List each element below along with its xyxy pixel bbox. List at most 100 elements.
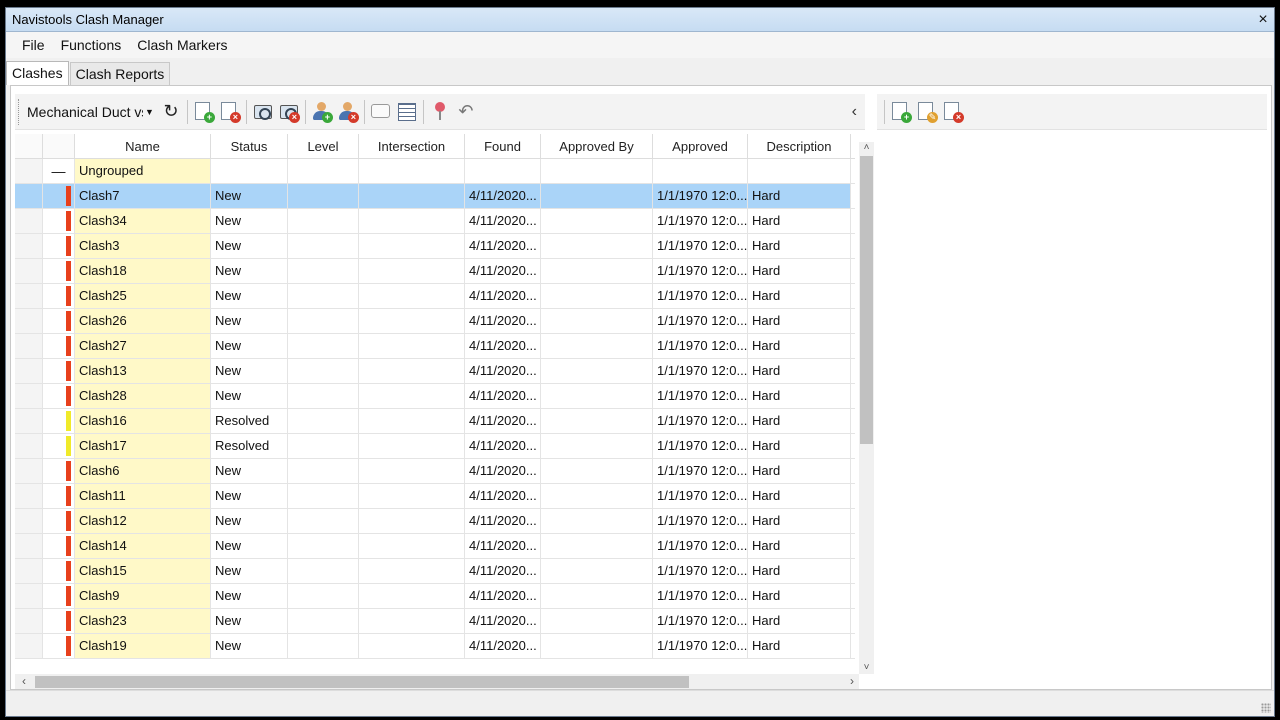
- tab-clashes[interactable]: Clashes: [6, 61, 69, 85]
- row-header[interactable]: [15, 459, 43, 483]
- row-header[interactable]: [15, 609, 43, 633]
- row-header[interactable]: [15, 534, 43, 558]
- cell-approved-by[interactable]: [541, 534, 653, 558]
- row-header[interactable]: [15, 409, 43, 433]
- cell-level[interactable]: [288, 634, 359, 658]
- cell-level[interactable]: [288, 359, 359, 383]
- scroll-up-icon[interactable]: ˄: [859, 142, 874, 154]
- row-header[interactable]: [15, 484, 43, 508]
- cell-description[interactable]: Hard: [748, 384, 851, 408]
- cell-approved[interactable]: 1/1/1970 12:0...: [653, 434, 748, 458]
- cell-level[interactable]: [288, 234, 359, 258]
- cell-status[interactable]: New: [211, 534, 288, 558]
- cell-description[interactable]: Hard: [748, 484, 851, 508]
- row-header[interactable]: [15, 259, 43, 283]
- cell-intersection[interactable]: [359, 259, 465, 283]
- cell-found[interactable]: 4/11/2020...: [465, 459, 541, 483]
- cell-description[interactable]: Hard: [748, 259, 851, 283]
- cell-name[interactable]: Clash7: [75, 184, 211, 208]
- comment-icon[interactable]: [369, 100, 393, 124]
- cell-approved-by[interactable]: [541, 484, 653, 508]
- table-row[interactable]: Clash14 New 4/11/2020... 1/1/1970 12:0... Ha…: [15, 534, 855, 559]
- cell-approved[interactable]: 1/1/1970 12:0...: [653, 284, 748, 308]
- cell-intersection[interactable]: [359, 234, 465, 258]
- table-row[interactable]: Clash23 New 4/11/2020... 1/1/1970 12:0... Ha…: [15, 609, 855, 634]
- close-icon[interactable]: ×: [1252, 9, 1274, 31]
- column-header-approved-by[interactable]: Approved By: [541, 134, 653, 158]
- refresh-icon[interactable]: ↻: [159, 100, 183, 124]
- row-header[interactable]: [15, 384, 43, 408]
- table-row[interactable]: Clash34 New 4/11/2020... 1/1/1970 12:0... Ha…: [15, 209, 855, 234]
- collapse-panel-icon[interactable]: ‹: [852, 103, 857, 121]
- cell-name[interactable]: Clash19: [75, 634, 211, 658]
- table-row[interactable]: Clash9 New 4/11/2020... 1/1/1970 12:0... Har…: [15, 584, 855, 609]
- cell-approved[interactable]: 1/1/1970 12:0...: [653, 584, 748, 608]
- row-header[interactable]: [15, 184, 43, 208]
- cell-approved-by[interactable]: [541, 609, 653, 633]
- row-header[interactable]: [15, 284, 43, 308]
- cell-status[interactable]: New: [211, 559, 288, 583]
- cell-found[interactable]: 4/11/2020...: [465, 334, 541, 358]
- marker-pin-icon[interactable]: [428, 100, 452, 124]
- table-icon[interactable]: [395, 100, 419, 124]
- cell-approved-by[interactable]: [541, 409, 653, 433]
- table-row[interactable]: Clash7 New 4/11/2020... 1/1/1970 12:0... Har…: [15, 184, 855, 209]
- cell-status[interactable]: Resolved: [211, 434, 288, 458]
- column-header-level[interactable]: Level: [288, 134, 359, 158]
- column-header-intersection[interactable]: Intersection: [359, 134, 465, 158]
- assign-user-icon[interactable]: +: [310, 100, 334, 124]
- cell-name[interactable]: Clash25: [75, 284, 211, 308]
- cell-approved-by[interactable]: [541, 459, 653, 483]
- cell-name[interactable]: Clash17: [75, 434, 211, 458]
- cell-approved-by[interactable]: [541, 559, 653, 583]
- cell-found[interactable]: 4/11/2020...: [465, 209, 541, 233]
- cell-intersection[interactable]: [359, 184, 465, 208]
- column-header-status[interactable]: Status: [211, 134, 288, 158]
- cell-level[interactable]: [288, 459, 359, 483]
- cell-intersection[interactable]: [359, 459, 465, 483]
- cell-found[interactable]: 4/11/2020...: [465, 634, 541, 658]
- cell-level[interactable]: [288, 559, 359, 583]
- cell-approved[interactable]: 1/1/1970 12:0...: [653, 309, 748, 333]
- cell-status[interactable]: New: [211, 184, 288, 208]
- column-header-approved[interactable]: Approved: [653, 134, 748, 158]
- cell-approved[interactable]: 1/1/1970 12:0...: [653, 534, 748, 558]
- cell-status[interactable]: New: [211, 509, 288, 533]
- cell-level[interactable]: [288, 209, 359, 233]
- cell-approved[interactable]: 1/1/1970 12:0...: [653, 634, 748, 658]
- cell-found[interactable]: 4/11/2020...: [465, 434, 541, 458]
- row-header[interactable]: [15, 159, 43, 183]
- take-snapshot-icon[interactable]: [251, 100, 275, 124]
- column-header-description[interactable]: Description: [748, 134, 851, 158]
- table-row[interactable]: Clash11 New 4/11/2020... 1/1/1970 12:0... Ha…: [15, 484, 855, 509]
- cell-intersection[interactable]: [359, 634, 465, 658]
- cell-found[interactable]: 4/11/2020...: [465, 359, 541, 383]
- cell-description[interactable]: Hard: [748, 584, 851, 608]
- cell-found[interactable]: 4/11/2020...: [465, 534, 541, 558]
- cell-status[interactable]: New: [211, 209, 288, 233]
- cell-status[interactable]: New: [211, 584, 288, 608]
- cell-approved[interactable]: 1/1/1970 12:0...: [653, 384, 748, 408]
- cell-description[interactable]: Hard: [748, 209, 851, 233]
- cell-status[interactable]: New: [211, 484, 288, 508]
- cell-name[interactable]: Clash13: [75, 359, 211, 383]
- cell-name[interactable]: Clash12: [75, 509, 211, 533]
- cell-description[interactable]: Hard: [748, 459, 851, 483]
- scroll-down-icon[interactable]: ˅: [859, 662, 874, 674]
- resize-grip-icon[interactable]: [1261, 703, 1271, 713]
- row-header[interactable]: [15, 334, 43, 358]
- cell-approved[interactable]: 1/1/1970 12:0...: [653, 509, 748, 533]
- cell-found[interactable]: 4/11/2020...: [465, 259, 541, 283]
- cell-level[interactable]: [288, 384, 359, 408]
- cell-level[interactable]: [288, 284, 359, 308]
- cell-status[interactable]: New: [211, 609, 288, 633]
- undo-icon[interactable]: ↶: [454, 100, 478, 124]
- table-row[interactable]: Clash13 New 4/11/2020... 1/1/1970 12:0... Ha…: [15, 359, 855, 384]
- cell-intersection[interactable]: [359, 434, 465, 458]
- row-header[interactable]: [15, 634, 43, 658]
- cell-name[interactable]: Clash3: [75, 234, 211, 258]
- cell-status[interactable]: New: [211, 284, 288, 308]
- cell-description[interactable]: Hard: [748, 409, 851, 433]
- cell-description[interactable]: Hard: [748, 309, 851, 333]
- cell-status[interactable]: New: [211, 309, 288, 333]
